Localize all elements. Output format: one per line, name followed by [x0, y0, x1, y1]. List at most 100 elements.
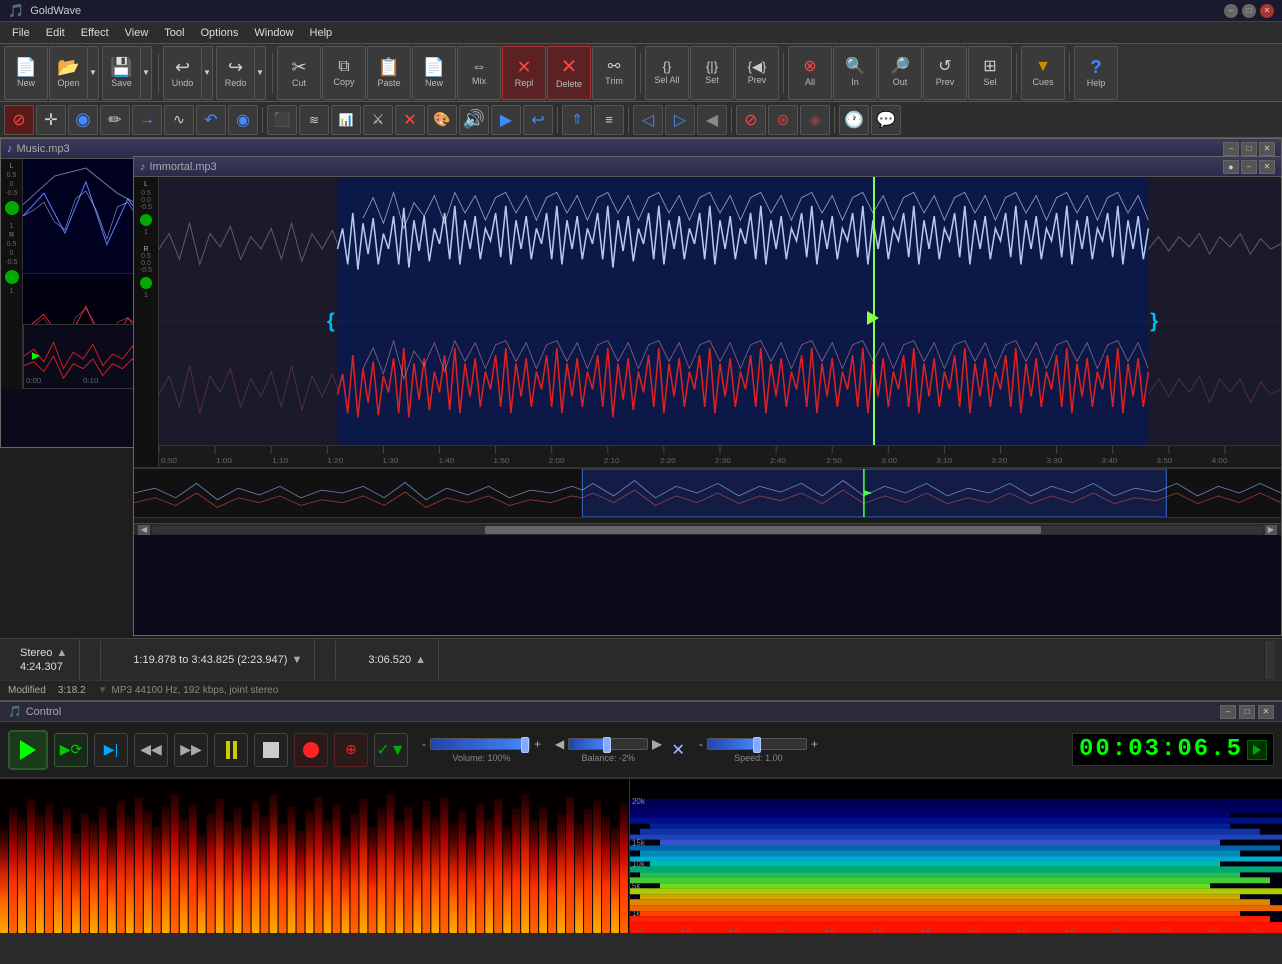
all-button[interactable]: ⊗ All	[788, 46, 832, 100]
vol-down-btn[interactable]: 🔊	[459, 105, 489, 135]
sel-button[interactable]: ⊞ Sel	[968, 46, 1012, 100]
mark2-btn[interactable]: ◀	[697, 105, 727, 135]
wave-btn[interactable]: ∿	[164, 105, 194, 135]
menu-options[interactable]: Options	[192, 25, 246, 41]
status-pos-arrow[interactable]: ▲	[415, 654, 426, 666]
status-channel-arrow[interactable]: ▲	[56, 647, 67, 659]
new-button[interactable]: 📄 New	[4, 46, 48, 100]
rewind-button[interactable]: ◀◀	[134, 733, 168, 767]
ctrl-win-max[interactable]: □	[1239, 705, 1255, 719]
open-button[interactable]: 📂 Open	[49, 46, 87, 100]
mix-button[interactable]: ⇔ Mix	[457, 46, 501, 100]
immortal-win-btn1[interactable]: ●	[1223, 160, 1239, 174]
trim2-btn[interactable]: ⚔	[363, 105, 393, 135]
record-btn[interactable]: ◉	[68, 105, 98, 135]
menu-edit[interactable]: Edit	[38, 25, 73, 41]
redo-dropdown[interactable]: ▼	[254, 46, 266, 100]
confirm-button[interactable]: ✓▼	[374, 733, 408, 767]
normalize-btn[interactable]: ⇑	[562, 105, 592, 135]
vol-plus[interactable]: +	[534, 737, 541, 751]
stop-effect-btn[interactable]: ⊘	[4, 105, 34, 135]
status-resize-handle[interactable]	[1266, 641, 1274, 679]
undo-button[interactable]: ↩ Undo	[163, 46, 201, 100]
bal-left[interactable]: ◀	[555, 737, 564, 751]
zoom-full-btn[interactable]: ⬛	[267, 105, 297, 135]
h-scrollbar[interactable]: ◀ ▶	[134, 523, 1281, 535]
zoom-in-button[interactable]: 🔍 In	[833, 46, 877, 100]
loop-play-button[interactable]: ▶⟳	[54, 733, 88, 767]
save-dropdown[interactable]: ▼	[140, 46, 152, 100]
copy-button[interactable]: ⧉ Copy	[322, 46, 366, 100]
menu-help[interactable]: Help	[302, 25, 341, 41]
spd-plus[interactable]: +	[811, 737, 818, 751]
menu-view[interactable]: View	[117, 25, 157, 41]
spectrum-btn[interactable]: 📊	[331, 105, 361, 135]
ffwd-button[interactable]: ▶▶	[174, 733, 208, 767]
pencil-btn[interactable]: ✏	[100, 105, 130, 135]
move-btn[interactable]: ✛	[36, 105, 66, 135]
speed-slider[interactable]	[707, 738, 807, 750]
fx-btn[interactable]: ⊘	[736, 105, 766, 135]
save-button[interactable]: 💾 Save	[102, 46, 140, 100]
spd-minus[interactable]: -	[699, 737, 703, 751]
minimize-button[interactable]: –	[1224, 4, 1238, 18]
menu-window[interactable]: Window	[246, 25, 301, 41]
play-button[interactable]	[8, 730, 48, 770]
pause-button[interactable]	[214, 733, 248, 767]
cut-button[interactable]: ✂ Cut	[277, 46, 321, 100]
repl-button[interactable]: ✕ Repl	[502, 46, 546, 100]
volume-slider[interactable]	[430, 738, 530, 750]
help-button[interactable]: ? Help	[1074, 46, 1118, 100]
curve-btn[interactable]: ↶	[196, 105, 226, 135]
vol-handle[interactable]	[521, 737, 529, 753]
pattern-btn[interactable]: ≋	[299, 105, 329, 135]
paste-button[interactable]: 📋 Paste	[367, 46, 411, 100]
prev-button[interactable]: {◀} Prev	[735, 46, 779, 100]
play-cursor-btn[interactable]: ▶	[491, 105, 521, 135]
fx2-btn[interactable]: ⊛	[768, 105, 798, 135]
time-display-btn[interactable]	[1247, 740, 1267, 760]
immortal-win-min[interactable]: –	[1241, 160, 1257, 174]
mark-end-btn[interactable]: ▷	[665, 105, 695, 135]
undo-dropdown[interactable]: ▼	[201, 46, 213, 100]
open-dropdown[interactable]: ▼	[87, 46, 99, 100]
vol-minus[interactable]: -	[422, 737, 426, 751]
spd-handle[interactable]	[753, 737, 761, 753]
eq-btn[interactable]: ≡	[594, 105, 624, 135]
immortal-win-close[interactable]: ✕	[1259, 160, 1275, 174]
maximize-button[interactable]: □	[1242, 4, 1256, 18]
arrow-btn[interactable]: →	[132, 105, 162, 135]
ctrl-win-close[interactable]: ✕	[1258, 705, 1274, 719]
menu-tool[interactable]: Tool	[156, 25, 192, 41]
speech-btn[interactable]: 💬	[871, 105, 901, 135]
rec-input-button[interactable]: ⊕	[334, 733, 368, 767]
loop-btn[interactable]: ↩	[523, 105, 553, 135]
status-sel-arrow[interactable]: ▼	[291, 654, 302, 666]
menu-file[interactable]: File	[4, 25, 38, 41]
balance-reset-btn[interactable]: ✕	[671, 740, 684, 760]
zoom-out-button[interactable]: 🔎 Out	[878, 46, 922, 100]
record-button[interactable]	[294, 733, 328, 767]
clock-btn[interactable]: 🕐	[839, 105, 869, 135]
delete-button[interactable]: ✕ Delete	[547, 46, 591, 100]
balance-slider[interactable]	[568, 738, 648, 750]
bal-right[interactable]: ▶	[652, 737, 661, 751]
h-scrollbar-thumb[interactable]	[485, 526, 1041, 534]
color-btn[interactable]: 🎨	[427, 105, 457, 135]
play-end-button[interactable]: ▶|	[94, 733, 128, 767]
music-win-min[interactable]: –	[1223, 142, 1239, 156]
ctrl-win-min[interactable]: –	[1220, 705, 1236, 719]
music-win-close[interactable]: ✕	[1259, 142, 1275, 156]
new2-button[interactable]: 📄 New	[412, 46, 456, 100]
mark-start-btn[interactable]: ◁	[633, 105, 663, 135]
music-win-max[interactable]: □	[1241, 142, 1257, 156]
fx3-btn[interactable]: ◈	[800, 105, 830, 135]
menu-effect[interactable]: Effect	[73, 25, 117, 41]
fade-btn[interactable]: ✕	[395, 105, 425, 135]
close-button[interactable]: ✕	[1260, 4, 1274, 18]
sel-start-btn[interactable]: ◉	[228, 105, 258, 135]
bal-handle[interactable]	[603, 737, 611, 753]
cues-button[interactable]: ▼ Cues	[1021, 46, 1065, 100]
set-button[interactable]: {|} Set	[690, 46, 734, 100]
selall-button[interactable]: {} Sel All	[645, 46, 689, 100]
